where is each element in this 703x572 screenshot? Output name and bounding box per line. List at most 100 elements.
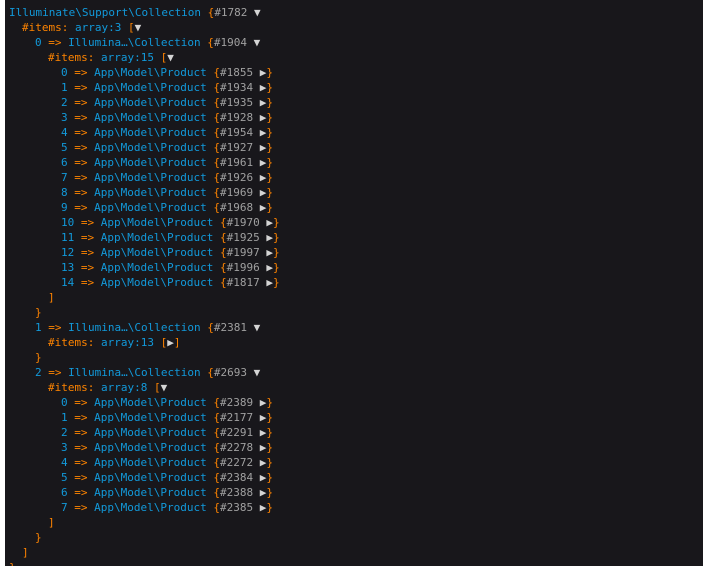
expand-arrow-icon[interactable]: ▶ bbox=[260, 261, 273, 274]
syntax-token: } bbox=[9, 561, 16, 566]
syntax-token: } bbox=[272, 216, 280, 229]
syntax-token: ] bbox=[48, 516, 55, 529]
dump-line: 0 => App\Model\Product {#2389 ▶} bbox=[61, 395, 273, 410]
expand-arrow-icon[interactable]: ▶ bbox=[253, 156, 267, 169]
syntax-token: { bbox=[200, 321, 214, 334]
object-ref: #1961 bbox=[219, 156, 254, 169]
collapse-arrow-icon[interactable]: ▼ bbox=[247, 366, 261, 379]
class-name: App\Model\Product bbox=[94, 396, 207, 409]
syntax-token: => bbox=[67, 471, 95, 484]
collapse-arrow-icon[interactable]: ▼ bbox=[247, 321, 261, 334]
expand-arrow-icon[interactable]: ▶ bbox=[253, 411, 267, 424]
object-ref: #1925 bbox=[226, 231, 260, 244]
expand-arrow-icon[interactable]: ▶ bbox=[253, 486, 267, 499]
syntax-token: } bbox=[266, 426, 273, 439]
array-index: 7 bbox=[61, 501, 68, 514]
class-name: App\Model\Product bbox=[94, 171, 207, 184]
class-name: App\Model\Product bbox=[94, 111, 207, 124]
syntax-token: } bbox=[266, 441, 273, 454]
expand-arrow-icon[interactable]: ▶ bbox=[253, 111, 267, 124]
syntax-token: #items bbox=[22, 21, 62, 34]
syntax-token: { bbox=[206, 471, 220, 484]
dump-line: } bbox=[9, 560, 16, 566]
class-name: array:8 bbox=[101, 381, 148, 394]
array-index: 3 bbox=[61, 441, 68, 454]
expand-arrow-icon[interactable]: ▶ bbox=[253, 141, 267, 154]
collapse-arrow-icon[interactable]: ▼ bbox=[135, 21, 142, 34]
expand-arrow-icon[interactable]: ▶ bbox=[253, 96, 267, 109]
expand-arrow-icon[interactable]: ▶ bbox=[253, 471, 267, 484]
expand-arrow-icon[interactable]: ▶ bbox=[253, 66, 267, 79]
expand-arrow-icon[interactable]: ▶ bbox=[253, 171, 267, 184]
syntax-token: { bbox=[206, 396, 220, 409]
expand-arrow-icon[interactable]: ▶ bbox=[260, 216, 273, 229]
syntax-token: => bbox=[67, 66, 95, 79]
class-name: App\Model\Product bbox=[94, 456, 207, 469]
syntax-token: } bbox=[266, 186, 273, 199]
var-dump-panel: Illuminate\Support\Collection {#1782 ▼ #i… bbox=[5, 0, 703, 566]
class-name: App\Model\Product bbox=[94, 201, 207, 214]
class-name: App\Model\Product bbox=[94, 66, 207, 79]
expand-arrow-icon[interactable]: ▶ bbox=[260, 276, 273, 289]
class-name: Illuminate\Support\Collection bbox=[9, 6, 202, 19]
syntax-token: [ bbox=[121, 21, 135, 34]
syntax-token: : bbox=[87, 381, 101, 394]
expand-arrow-icon[interactable]: ▶ bbox=[253, 201, 267, 214]
expand-arrow-icon[interactable]: ▶ bbox=[253, 126, 267, 139]
expand-arrow-icon[interactable]: ▶ bbox=[253, 396, 267, 409]
dump-line: } bbox=[35, 530, 42, 545]
syntax-token: { bbox=[206, 111, 220, 124]
object-ref: #1904 bbox=[213, 36, 247, 49]
syntax-token: { bbox=[206, 411, 220, 424]
object-ref: #2385 bbox=[219, 501, 254, 514]
class-name: App\Model\Product bbox=[94, 471, 207, 484]
array-index: 0 bbox=[35, 36, 42, 49]
class-name: App\Model\Product bbox=[94, 501, 207, 514]
expand-arrow-icon[interactable]: ▶ bbox=[253, 81, 267, 94]
syntax-token: => bbox=[67, 141, 95, 154]
syntax-token: => bbox=[67, 156, 95, 169]
dump-line: #items: array:3 [▼ bbox=[22, 20, 141, 35]
syntax-token: { bbox=[206, 96, 220, 109]
expand-arrow-icon[interactable]: ▶ bbox=[167, 336, 174, 349]
object-ref: #1927 bbox=[219, 141, 254, 154]
dump-line: 7 => App\Model\Product {#1926 ▶} bbox=[61, 170, 273, 185]
syntax-token: } bbox=[266, 156, 273, 169]
array-index: 3 bbox=[61, 111, 68, 124]
dump-line: 3 => App\Model\Product {#1928 ▶} bbox=[61, 110, 273, 125]
syntax-token: } bbox=[35, 351, 42, 364]
syntax-token: => bbox=[41, 366, 69, 379]
expand-arrow-icon[interactable]: ▶ bbox=[260, 231, 273, 244]
dump-line: 7 => App\Model\Product {#2385 ▶} bbox=[61, 500, 273, 515]
collapse-arrow-icon[interactable]: ▼ bbox=[247, 36, 261, 49]
expand-arrow-icon[interactable]: ▶ bbox=[253, 186, 267, 199]
syntax-token: ] bbox=[48, 291, 55, 304]
array-index: 5 bbox=[61, 141, 68, 154]
collapse-arrow-icon[interactable]: ▼ bbox=[161, 381, 168, 394]
class-name: Illumina…\Collection bbox=[68, 36, 201, 49]
syntax-token: => bbox=[41, 36, 69, 49]
expand-arrow-icon[interactable]: ▶ bbox=[260, 246, 273, 259]
dump-line: 6 => App\Model\Product {#2388 ▶} bbox=[61, 485, 273, 500]
syntax-token: => bbox=[67, 186, 95, 199]
syntax-token: { bbox=[213, 216, 227, 229]
array-index: 8 bbox=[61, 186, 68, 199]
expand-arrow-icon[interactable]: ▶ bbox=[253, 426, 267, 439]
array-index: 10 bbox=[61, 216, 75, 229]
class-name: App\Model\Product bbox=[94, 156, 207, 169]
expand-arrow-icon[interactable]: ▶ bbox=[253, 501, 267, 514]
syntax-token: { bbox=[206, 441, 220, 454]
syntax-token: } bbox=[272, 261, 280, 274]
collapse-arrow-icon[interactable]: ▼ bbox=[167, 51, 174, 64]
array-index: 1 bbox=[61, 411, 68, 424]
expand-arrow-icon[interactable]: ▶ bbox=[253, 441, 267, 454]
syntax-token: #items bbox=[48, 381, 88, 394]
array-index: 1 bbox=[61, 81, 68, 94]
syntax-token: { bbox=[206, 141, 220, 154]
syntax-token: } bbox=[266, 486, 273, 499]
expand-arrow-icon[interactable]: ▶ bbox=[253, 456, 267, 469]
dump-line: 14 => App\Model\Product {#1817 ▶} bbox=[61, 275, 280, 290]
array-index: 12 bbox=[61, 246, 75, 259]
syntax-token: } bbox=[266, 126, 273, 139]
collapse-arrow-icon[interactable]: ▼ bbox=[247, 6, 261, 19]
